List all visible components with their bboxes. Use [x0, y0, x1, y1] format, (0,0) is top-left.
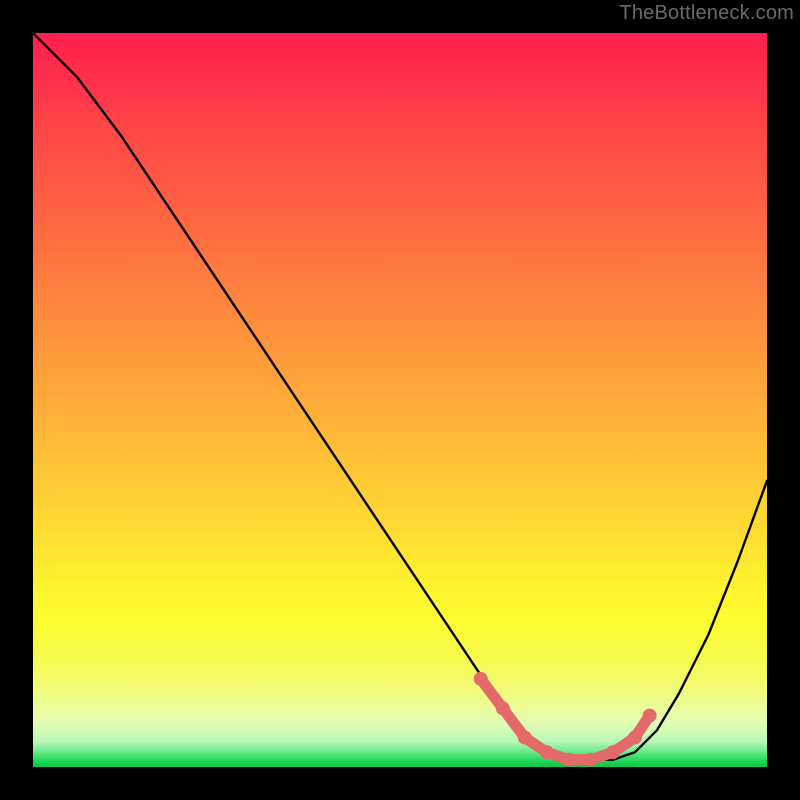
- optimal-band-dot: [518, 731, 532, 745]
- optimal-band-dots: [474, 672, 657, 767]
- optimal-band-path: [481, 679, 650, 760]
- plot-area: [33, 33, 767, 767]
- chart-canvas: TheBottleneck.com: [0, 0, 800, 800]
- optimal-band-dot: [562, 753, 576, 767]
- bottleneck-curve-path: [33, 33, 767, 760]
- optimal-band-dot: [628, 731, 642, 745]
- watermark-text: TheBottleneck.com: [619, 2, 794, 25]
- optimal-band-dot: [643, 709, 657, 723]
- curve-layer: [33, 33, 767, 767]
- optimal-band-dot: [540, 745, 554, 759]
- optimal-band-dot: [584, 753, 598, 767]
- optimal-band-dot: [474, 672, 488, 686]
- optimal-band-dot: [606, 745, 620, 759]
- optimal-band-dot: [496, 701, 510, 715]
